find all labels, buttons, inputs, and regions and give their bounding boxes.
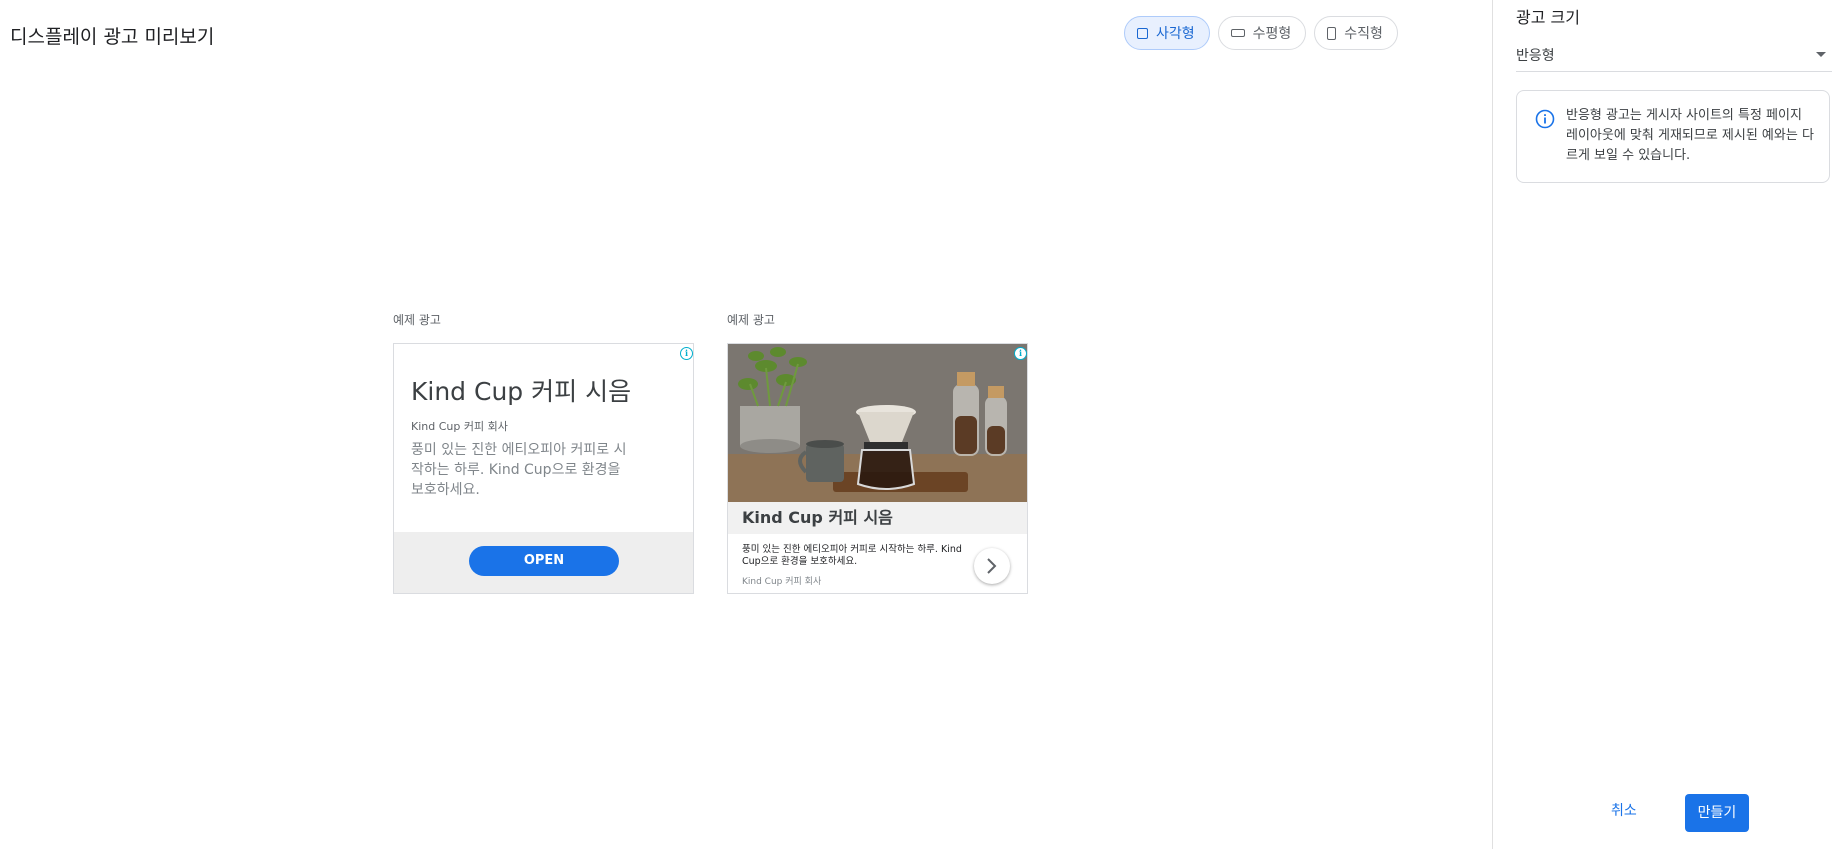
vertical-format-chip[interactable]: 수직형 [1314,16,1398,50]
ad-advertiser-name: Kind Cup 커피 회사 [411,420,508,433]
horizontal-format-label: 수평형 [1252,26,1292,42]
info-notice: 반응형 광고는 게시자 사이트의 특정 페이지 레이아웃에 맞춰 게재되므로 제… [1516,90,1830,183]
cancel-button[interactable]: 취소 [1611,800,1637,820]
ad-headline: Kind Cup 커피 시음 [728,502,1027,534]
square-format-label: 사각형 [1156,26,1195,42]
square-format-chip[interactable]: 사각형 [1124,16,1210,50]
horizontal-rectangle-icon [1230,29,1245,37]
page-title: 디스플레이 광고 미리보기 [10,26,215,48]
coffee-product-image [728,344,1027,502]
create-button[interactable]: 만들기 [1685,794,1749,832]
ad-size-panel: 광고 크기 반응형 반응형 광고는 게시자 사이트의 특정 페이지 레이아웃에 … [1492,0,1836,849]
panel-heading: 광고 크기 [1516,8,1580,27]
vertical-rectangle-icon [1327,26,1337,40]
info-text: 반응형 광고는 게시자 사이트의 특정 페이지 레이아웃에 맞춰 게재되므로 제… [1566,108,1814,163]
square-icon [1137,27,1148,39]
horizontal-format-chip[interactable]: 수평형 [1217,16,1307,50]
dropdown-arrow-icon [1816,52,1826,57]
chevron-right-icon [987,558,997,574]
format-chip-group: 사각형 수평형 수직형 [1124,16,1398,50]
app-root: 디스플레이 광고 미리보기 사각형 수평형 수직형 예제 광고 i Kind C… [0,0,1836,849]
ad-headline: Kind Cup 커피 시음 [411,377,632,406]
next-button[interactable] [974,548,1010,584]
ad-size-dropdown[interactable]: 반응형 [1516,38,1832,72]
adchoices-info-icon[interactable]: i [680,347,693,360]
adchoices-info-icon[interactable]: i [1014,347,1027,360]
open-button[interactable]: OPEN [469,546,619,576]
ad-preview-caption: 예제 광고 [727,313,775,327]
ad-description: 풍미 있는 진한 에티오피아 커피로 시작하는 하루. Kind Cup으로 환… [742,544,962,567]
vertical-format-label: 수직형 [1344,26,1383,42]
ad-preview-caption: 예제 광고 [393,313,441,327]
ad-size-value: 반응형 [1516,48,1555,64]
ad-advertiser-name: Kind Cup 커피 회사 [742,577,822,587]
text-ad-preview[interactable]: i Kind Cup 커피 시음 Kind Cup 커피 회사 풍미 있는 진한… [393,343,694,594]
image-ad-preview[interactable]: i Kind Cup 커피 시음 풍미 있는 진한 에티오피아 커피로 시작하는… [727,343,1028,594]
ad-description: 풍미 있는 진한 에티오피아 커피로 시작하는 하루. Kind Cup으로 환… [411,442,627,498]
info-icon [1535,109,1555,129]
ad-footer: OPEN [394,532,693,593]
